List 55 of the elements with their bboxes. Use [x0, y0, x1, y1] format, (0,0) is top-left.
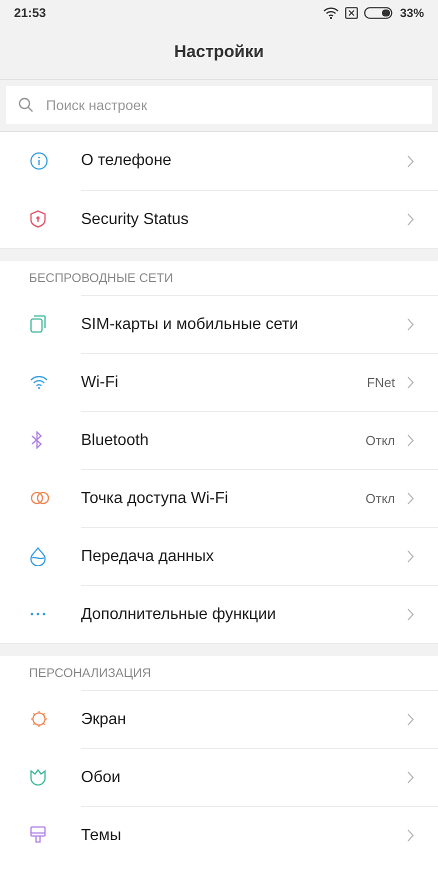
settings-item[interactable]: Bluetooth Откл	[0, 411, 438, 469]
section-header: ПЕРСОНАЛИЗАЦИЯ	[28, 665, 152, 682]
item-label: О телефоне	[81, 152, 172, 170]
chevron-icon	[407, 550, 414, 563]
chevron-icon	[407, 608, 414, 621]
item-label: Темы	[81, 826, 122, 844]
item-label: Экран	[81, 710, 128, 728]
settings-item[interactable]: Передача данных	[0, 527, 438, 585]
tulip-icon	[30, 768, 46, 786]
paint-roller-icon	[30, 826, 46, 844]
item-label: Bluetooth	[81, 432, 150, 450]
chevron-icon	[407, 771, 414, 784]
more-icon	[30, 612, 46, 616]
section-header: БЕСПРОВОДНЫЕ СЕТИ	[28, 270, 174, 287]
item-label: Обои	[81, 768, 122, 786]
chevron-icon	[407, 434, 414, 447]
chevron-icon	[407, 492, 414, 505]
sun-icon	[30, 710, 48, 728]
rings-icon	[30, 491, 50, 505]
chevron-icon	[407, 213, 414, 226]
no-sim-icon	[344, 6, 358, 18]
item-value: FNet	[366, 375, 395, 390]
settings-item[interactable]: Темы	[0, 806, 438, 864]
item-value: Откл	[366, 491, 395, 506]
page-title: Настройки	[174, 42, 264, 62]
battery-percent: 33%	[400, 6, 424, 20]
bluetooth-icon	[30, 431, 44, 449]
settings-item[interactable]: Точка доступа Wi-Fi Откл	[0, 469, 438, 527]
settings-item[interactable]: О телефоне	[0, 132, 438, 190]
chevron-icon	[407, 154, 414, 168]
settings-item[interactable]: SIM-карты и мобильные сети	[0, 295, 438, 353]
chevron-icon	[407, 318, 414, 331]
item-label: Wi-Fi	[81, 374, 120, 392]
item-label: Точка доступа Wi-Fi	[81, 490, 230, 508]
search-field[interactable]: Поиск настроек	[6, 86, 432, 124]
item-label: Security Status	[81, 210, 190, 228]
wifi-icon	[322, 6, 339, 18]
info-icon	[30, 152, 48, 170]
status-time: 21:53	[14, 6, 46, 20]
battery-icon	[364, 6, 394, 18]
item-label: SIM-карты и мобильные сети	[81, 316, 300, 334]
shield-icon	[30, 210, 46, 228]
drop-icon	[30, 546, 46, 566]
item-value: Откл	[366, 433, 395, 448]
cards-icon	[30, 315, 46, 333]
wifi-icon	[30, 375, 48, 389]
chevron-icon	[407, 713, 414, 726]
item-label: Дополнительные функции	[81, 606, 277, 624]
settings-item[interactable]: Wi-Fi FNet	[0, 353, 438, 411]
settings-item[interactable]: Обои	[0, 748, 438, 806]
settings-item[interactable]: Экран	[0, 690, 438, 748]
chevron-icon	[407, 376, 414, 389]
item-label: Передача данных	[81, 548, 215, 566]
search-icon	[18, 97, 34, 113]
chevron-icon	[407, 829, 414, 842]
